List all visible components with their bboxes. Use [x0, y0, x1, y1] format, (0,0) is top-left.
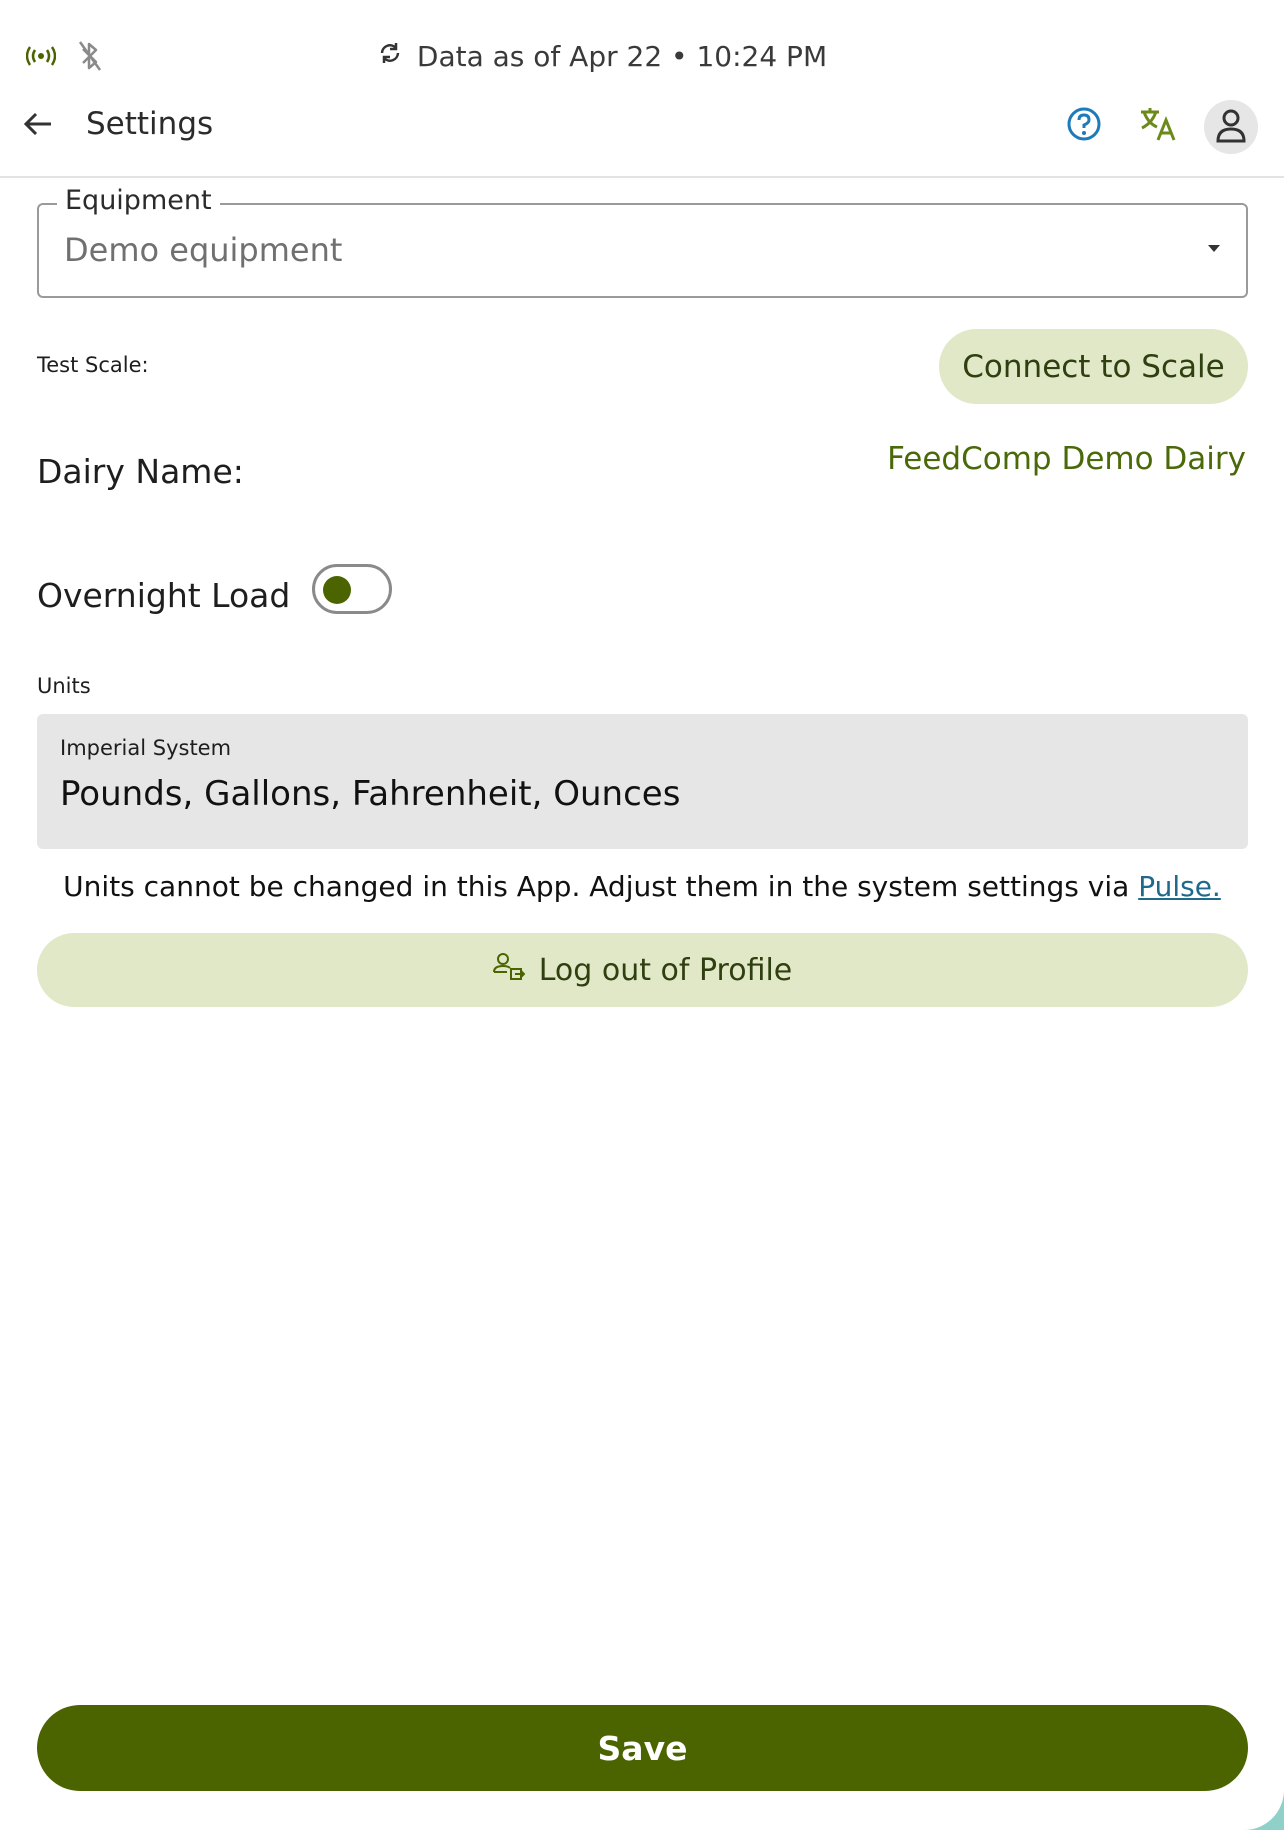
- app-header: Settings: [0, 92, 1284, 178]
- units-label: Units: [37, 674, 91, 698]
- caret-down-icon: [1208, 245, 1220, 252]
- help-button[interactable]: [1060, 102, 1108, 150]
- help-icon: [1066, 106, 1102, 146]
- logout-profile-icon: [492, 952, 526, 988]
- profile-button[interactable]: [1204, 100, 1258, 154]
- equipment-dropdown[interactable]: Equipment Demo equipment: [37, 185, 1248, 298]
- equipment-value: Demo equipment: [64, 231, 343, 269]
- units-value: Pounds, Gallons, Fahrenheit, Ounces: [60, 774, 681, 814]
- back-button[interactable]: [18, 106, 58, 146]
- units-field: Imperial System Pounds, Gallons, Fahrenh…: [37, 714, 1248, 849]
- app-screen: Data as of Apr 22 • 10:24 PM Settings Eq…: [0, 0, 1284, 1830]
- page-title: Settings: [86, 106, 214, 142]
- pulse-link[interactable]: Pulse.: [1138, 870, 1221, 903]
- connect-scale-button[interactable]: Connect to Scale: [939, 329, 1248, 404]
- translate-icon: [1138, 105, 1178, 147]
- logout-button[interactable]: Log out of Profile: [37, 933, 1248, 1007]
- overnight-load-toggle[interactable]: [312, 564, 392, 614]
- units-system-label: Imperial System: [60, 736, 232, 760]
- units-note-text: Units cannot be changed in this App. Adj…: [63, 870, 1130, 903]
- save-button[interactable]: Save: [37, 1705, 1248, 1791]
- equipment-label: Equipment: [57, 185, 220, 216]
- logout-label: Log out of Profile: [538, 952, 793, 988]
- dairy-name-value: FeedComp Demo Dairy: [887, 441, 1246, 477]
- units-note: Units cannot be changed in this App. Adj…: [0, 870, 1284, 903]
- sync-status: Data as of Apr 22 • 10:24 PM: [0, 40, 1284, 73]
- toggle-knob: [323, 576, 351, 604]
- user-icon: [1215, 107, 1247, 147]
- sync-text: Data as of Apr 22 • 10:24 PM: [416, 40, 828, 73]
- dairy-name-label: Dairy Name:: [37, 452, 244, 491]
- translate-button[interactable]: [1134, 102, 1182, 150]
- sync-icon: [377, 40, 403, 73]
- back-arrow-icon: [23, 111, 53, 141]
- test-scale-label: Test Scale:: [37, 353, 149, 377]
- overnight-load-label: Overnight Load: [37, 576, 291, 615]
